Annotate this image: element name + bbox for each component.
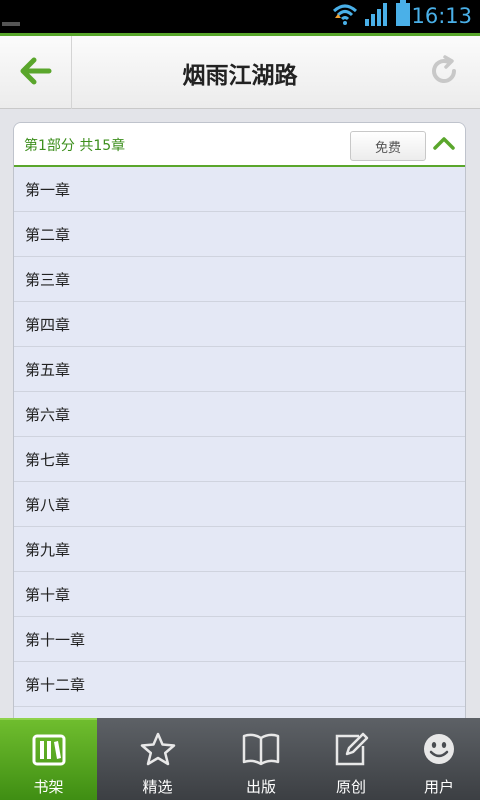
collapse-button[interactable] — [431, 133, 457, 155]
chapter-item[interactable]: 第十二章 — [14, 662, 465, 707]
nav-bookshelf[interactable]: 书架 — [0, 718, 97, 800]
chapter-item[interactable]: 第六章 — [14, 392, 465, 437]
chapter-item[interactable]: 第三章 — [14, 257, 465, 302]
back-arrow-icon — [20, 57, 52, 89]
bookshelf-icon — [32, 734, 66, 770]
battery-icon — [396, 0, 410, 30]
chapter-item[interactable]: 第五章 — [14, 347, 465, 392]
status-icons — [332, 0, 410, 30]
chapter-item[interactable]: 第九章 — [14, 527, 465, 572]
smiley-icon — [422, 732, 456, 770]
refresh-icon — [428, 54, 460, 91]
refresh-button[interactable] — [408, 36, 480, 109]
nav-label: 原创 — [335, 778, 366, 796]
chapter-list: 第一章 第二章 第三章 第四章 第五章 第六章 第七章 第八章 第九章 第十章 … — [14, 167, 465, 707]
nav-user[interactable]: 用户 — [398, 718, 480, 800]
chapter-item[interactable]: 第二章 — [14, 212, 465, 257]
app-header: 烟雨江湖路 — [0, 33, 480, 109]
nav-label: 精选 — [142, 778, 173, 796]
clock: 16:13 — [411, 4, 472, 28]
wifi-icon — [332, 2, 358, 30]
page-title: 烟雨江湖路 — [182, 62, 298, 89]
nav-label: 用户 — [423, 778, 454, 796]
free-button[interactable]: 免费 — [350, 131, 426, 161]
chapter-item[interactable]: 第一章 — [14, 167, 465, 212]
bottom-nav: 书架 精选 出版 原创 用户 — [0, 718, 480, 800]
chapter-panel: 第1部分 共15章 免费 第一章 第二章 第三章 第四章 第五章 第六章 第七章… — [13, 122, 466, 732]
chapter-item[interactable]: 第十一章 — [14, 617, 465, 662]
chapter-item[interactable]: 第八章 — [14, 482, 465, 527]
nav-label: 出版 — [245, 778, 276, 796]
book-icon — [241, 732, 281, 770]
edit-icon — [333, 732, 369, 770]
nav-featured[interactable]: 精选 — [97, 718, 218, 800]
nav-original[interactable]: 原创 — [304, 718, 398, 800]
chapter-item[interactable]: 第七章 — [14, 437, 465, 482]
status-bar: 16:13 — [0, 0, 480, 33]
notification-indicator — [2, 22, 20, 26]
chapter-item[interactable]: 第十章 — [14, 572, 465, 617]
section-title: 第1部分 共15章 — [24, 138, 126, 154]
back-button[interactable] — [0, 36, 72, 109]
chapter-item[interactable]: 第四章 — [14, 302, 465, 347]
star-icon — [140, 732, 176, 770]
nav-label: 书架 — [33, 778, 64, 796]
chevron-up-icon — [433, 135, 455, 154]
signal-icon — [364, 2, 390, 30]
section-header[interactable]: 第1部分 共15章 免费 — [14, 123, 465, 167]
nav-publish[interactable]: 出版 — [218, 718, 304, 800]
